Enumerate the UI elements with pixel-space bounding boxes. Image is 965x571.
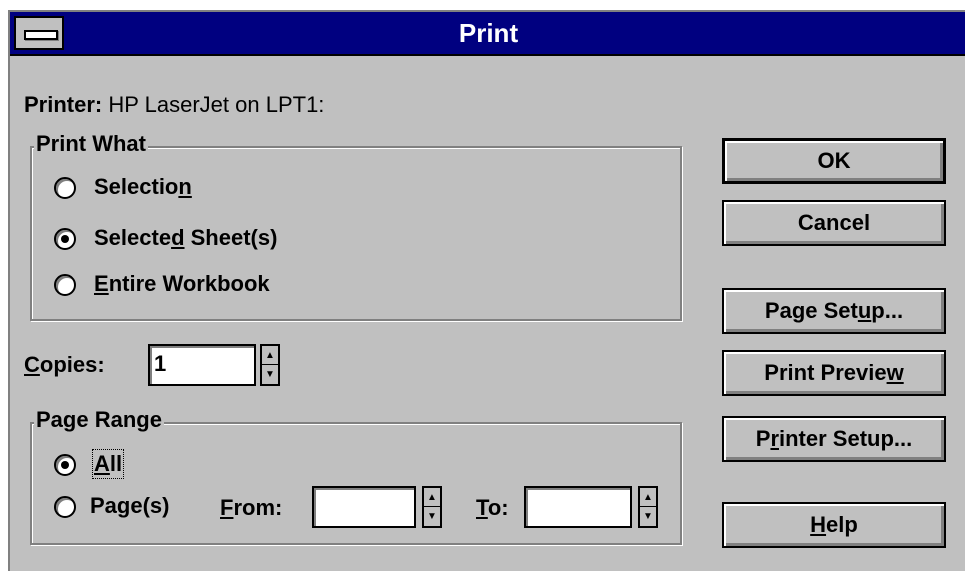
printer-label: Printer:	[24, 92, 103, 117]
title-bar: Print	[10, 12, 965, 56]
spin-up-icon[interactable]: ▲	[640, 488, 656, 507]
cancel-button[interactable]: Cancel	[722, 200, 946, 246]
to-label: To:	[476, 495, 509, 520]
copies-label: Copies:	[24, 352, 105, 377]
radio-selected-sheets[interactable]	[54, 228, 76, 250]
radio-all-label[interactable]: All	[91, 449, 125, 479]
spin-down-icon[interactable]: ▼	[262, 365, 278, 384]
from-input[interactable]	[312, 486, 416, 528]
spin-down-icon[interactable]: ▼	[640, 507, 656, 526]
radio-selection-label[interactable]: Selection	[94, 174, 192, 200]
radio-entire-workbook-label[interactable]: Entire Workbook	[94, 271, 270, 297]
from-label: From:	[220, 495, 283, 520]
page-setup-button[interactable]: Page Set u p...	[722, 288, 946, 334]
radio-pages[interactable]	[54, 496, 76, 518]
radio-selection[interactable]	[54, 177, 76, 199]
print-dialog: Print Printer: HP LaserJet on LPT1: Prin…	[8, 10, 965, 571]
spin-up-icon[interactable]: ▲	[262, 346, 278, 365]
radio-dot	[61, 461, 69, 469]
spin-up-icon[interactable]: ▲	[424, 488, 440, 507]
radio-all[interactable]	[54, 454, 76, 476]
radio-dot	[61, 235, 69, 243]
spin-down-icon[interactable]: ▼	[424, 507, 440, 526]
radio-selected-sheets-label[interactable]: Selected Sheet(s)	[94, 225, 277, 251]
printer-setup-button[interactable]: Pr inter Setup...	[722, 416, 946, 462]
print-what-legend: Print What	[34, 131, 148, 157]
printer-info: Printer: HP LaserJet on LPT1:	[24, 92, 324, 118]
ok-button[interactable]: OK	[722, 138, 946, 184]
to-spinner[interactable]: ▲ ▼	[638, 486, 658, 528]
from-spinner[interactable]: ▲ ▼	[422, 486, 442, 528]
help-button[interactable]: Help	[722, 502, 946, 548]
printer-value: HP LaserJet on LPT1:	[108, 92, 325, 117]
to-input[interactable]	[524, 486, 632, 528]
dialog-title: Print	[458, 18, 519, 48]
copies-spinner[interactable]: ▲ ▼	[260, 344, 280, 386]
copies-input[interactable]: 1	[148, 344, 256, 386]
radio-pages-label[interactable]: Page(s)	[90, 493, 170, 519]
radio-entire-workbook[interactable]	[54, 274, 76, 296]
print-preview-button[interactable]: Print Previe w	[722, 350, 946, 396]
page-range-legend: Page Range	[34, 407, 164, 433]
